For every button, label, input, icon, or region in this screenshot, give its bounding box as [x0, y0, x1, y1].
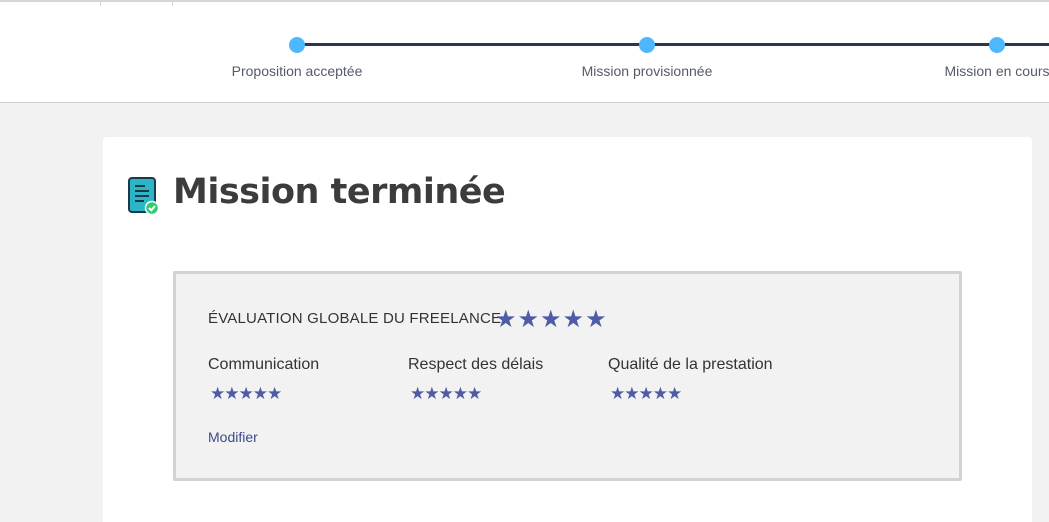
step-label-en-cours: Mission en cours [944, 63, 1049, 79]
global-rating-label: ÉVALUATION GLOBALE DU FREELANCE [208, 310, 502, 327]
step-label-proposition: Proposition acceptée [231, 63, 363, 79]
stepper-track [297, 43, 1049, 46]
criterion-stars-communication: ★★★★★ [210, 384, 282, 403]
evaluation-panel [173, 271, 962, 481]
criterion-stars-qualite: ★★★★★ [610, 384, 682, 403]
modify-link[interactable]: Modifier [208, 429, 258, 445]
criterion-label-delais: Respect des délais [408, 356, 544, 373]
criterion-stars-delais: ★★★★★ [410, 384, 482, 403]
step-dot-provisionnee [639, 37, 655, 53]
criterion-label-communication: Communication [208, 356, 320, 373]
step-dot-proposition [289, 37, 305, 53]
document-check-icon [128, 177, 160, 216]
step-label-provisionnee: Mission provisionnée [581, 63, 713, 79]
header-divider [100, 2, 101, 6]
step-dot-en-cours [989, 37, 1005, 53]
progress-header [0, 0, 1049, 103]
page-title: Mission terminée [173, 172, 506, 212]
criterion-label-qualite: Qualité de la prestation [608, 356, 773, 373]
global-rating-stars: ★★★★★ [495, 306, 608, 333]
header-divider [172, 2, 173, 6]
